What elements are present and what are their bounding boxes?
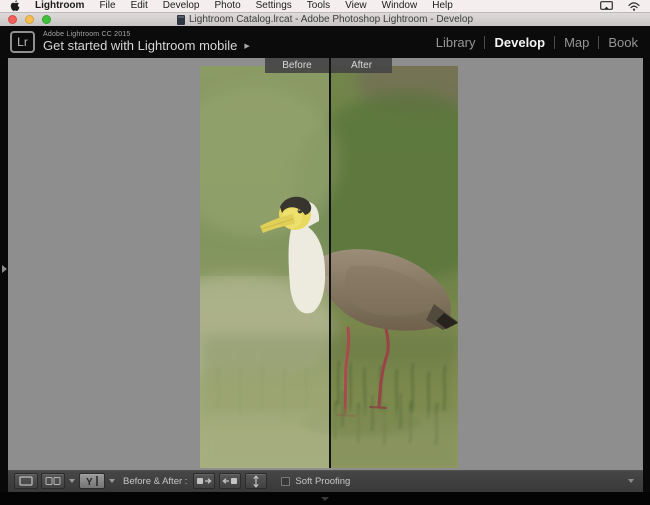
develop-toolbar: Y Before & After : Soft Proofing	[8, 470, 643, 492]
toolbar-row: Y Before & After : Soft Proofing	[0, 470, 650, 492]
module-book[interactable]: Book	[599, 35, 647, 50]
compare-icon	[45, 477, 61, 485]
promo-text: Get started with Lightroom mobile	[43, 38, 238, 53]
app-version-text: Adobe Lightroom CC 2015	[43, 31, 131, 38]
close-button[interactable]	[8, 15, 17, 24]
menu-view[interactable]: View	[345, 0, 367, 12]
before-after-y-icon: Y	[86, 476, 98, 487]
copy-left-icon	[222, 478, 238, 484]
menu-photo[interactable]: Photo	[215, 0, 241, 12]
loupe-icon	[19, 476, 33, 486]
wifi-icon[interactable]	[628, 1, 640, 11]
before-after-dropdown-caret[interactable]	[109, 479, 115, 483]
swap-before-after-button[interactable]	[245, 473, 268, 489]
left-panel-collapsed-strip	[0, 58, 8, 470]
copy-before-to-after-button[interactable]	[193, 473, 216, 489]
module-map[interactable]: Map	[555, 35, 598, 50]
right-panel-collapsed-strip	[643, 58, 650, 470]
copy-right-icon	[197, 478, 213, 484]
zoom-button[interactable]	[42, 15, 51, 24]
swap-icon	[253, 474, 260, 488]
before-label: Before	[265, 58, 329, 73]
menu-window[interactable]: Window	[382, 0, 418, 12]
window-title-text: Lightroom Catalog.lrcat - Adobe Photosho…	[188, 14, 474, 25]
menu-develop[interactable]: Develop	[163, 0, 200, 12]
document-icon	[176, 14, 185, 25]
soft-proofing-label: Soft Proofing	[295, 475, 351, 487]
before-after-view-button[interactable]: Y	[79, 473, 105, 489]
minimize-button[interactable]	[25, 15, 34, 24]
mac-menu-bar: Lightroom File Edit Develop Photo Settin…	[0, 0, 650, 13]
lightroom-mobile-promo[interactable]: Get started with Lightroom mobile ▶	[43, 38, 250, 53]
develop-workspace: Before After	[0, 58, 650, 470]
apple-menu-icon[interactable]	[10, 0, 20, 12]
lightroom-app-window: Lightroom File Edit Develop Photo Settin…	[0, 0, 650, 505]
module-library[interactable]: Library	[427, 35, 485, 50]
left-panel-toggle-arrow[interactable]	[2, 265, 7, 273]
menu-edit[interactable]: Edit	[131, 0, 148, 12]
before-after-label: Before & After :	[123, 475, 188, 487]
after-label: After	[331, 58, 392, 73]
window-title: Lightroom Catalog.lrcat - Adobe Photosho…	[176, 13, 474, 26]
toolbar-options-caret[interactable]	[628, 479, 634, 483]
filmstrip-toggle-arrow[interactable]	[321, 497, 329, 501]
identity-plate: Adobe Lightroom CC 2015 Get started with…	[43, 31, 250, 53]
module-picker: Library Develop Map Book	[427, 35, 647, 50]
menu-tools[interactable]: Tools	[307, 0, 330, 12]
window-title-bar: Lightroom Catalog.lrcat - Adobe Photosho…	[0, 13, 650, 26]
lightroom-header: Lr Adobe Lightroom CC 2015 Get started w…	[0, 26, 650, 58]
before-after-divider	[329, 58, 331, 468]
soft-proofing-checkbox[interactable]	[281, 476, 291, 486]
loupe-view-button[interactable]	[14, 473, 38, 489]
menu-lightroom[interactable]: Lightroom	[35, 0, 84, 12]
copy-after-to-before-button[interactable]	[219, 473, 242, 489]
view-mode-dropdown-caret[interactable]	[69, 479, 75, 483]
display-mirroring-icon[interactable]	[600, 1, 613, 11]
lightroom-logo: Lr	[10, 31, 35, 53]
menu-settings[interactable]: Settings	[256, 0, 292, 12]
filmstrip-collapsed-strip	[0, 492, 650, 505]
svg-text:Y: Y	[86, 477, 93, 487]
menu-file[interactable]: File	[99, 0, 115, 12]
menu-help[interactable]: Help	[432, 0, 453, 12]
promo-arrow-icon: ▶	[244, 42, 250, 50]
module-develop[interactable]: Develop	[485, 35, 554, 50]
compare-view-button[interactable]	[41, 473, 65, 489]
